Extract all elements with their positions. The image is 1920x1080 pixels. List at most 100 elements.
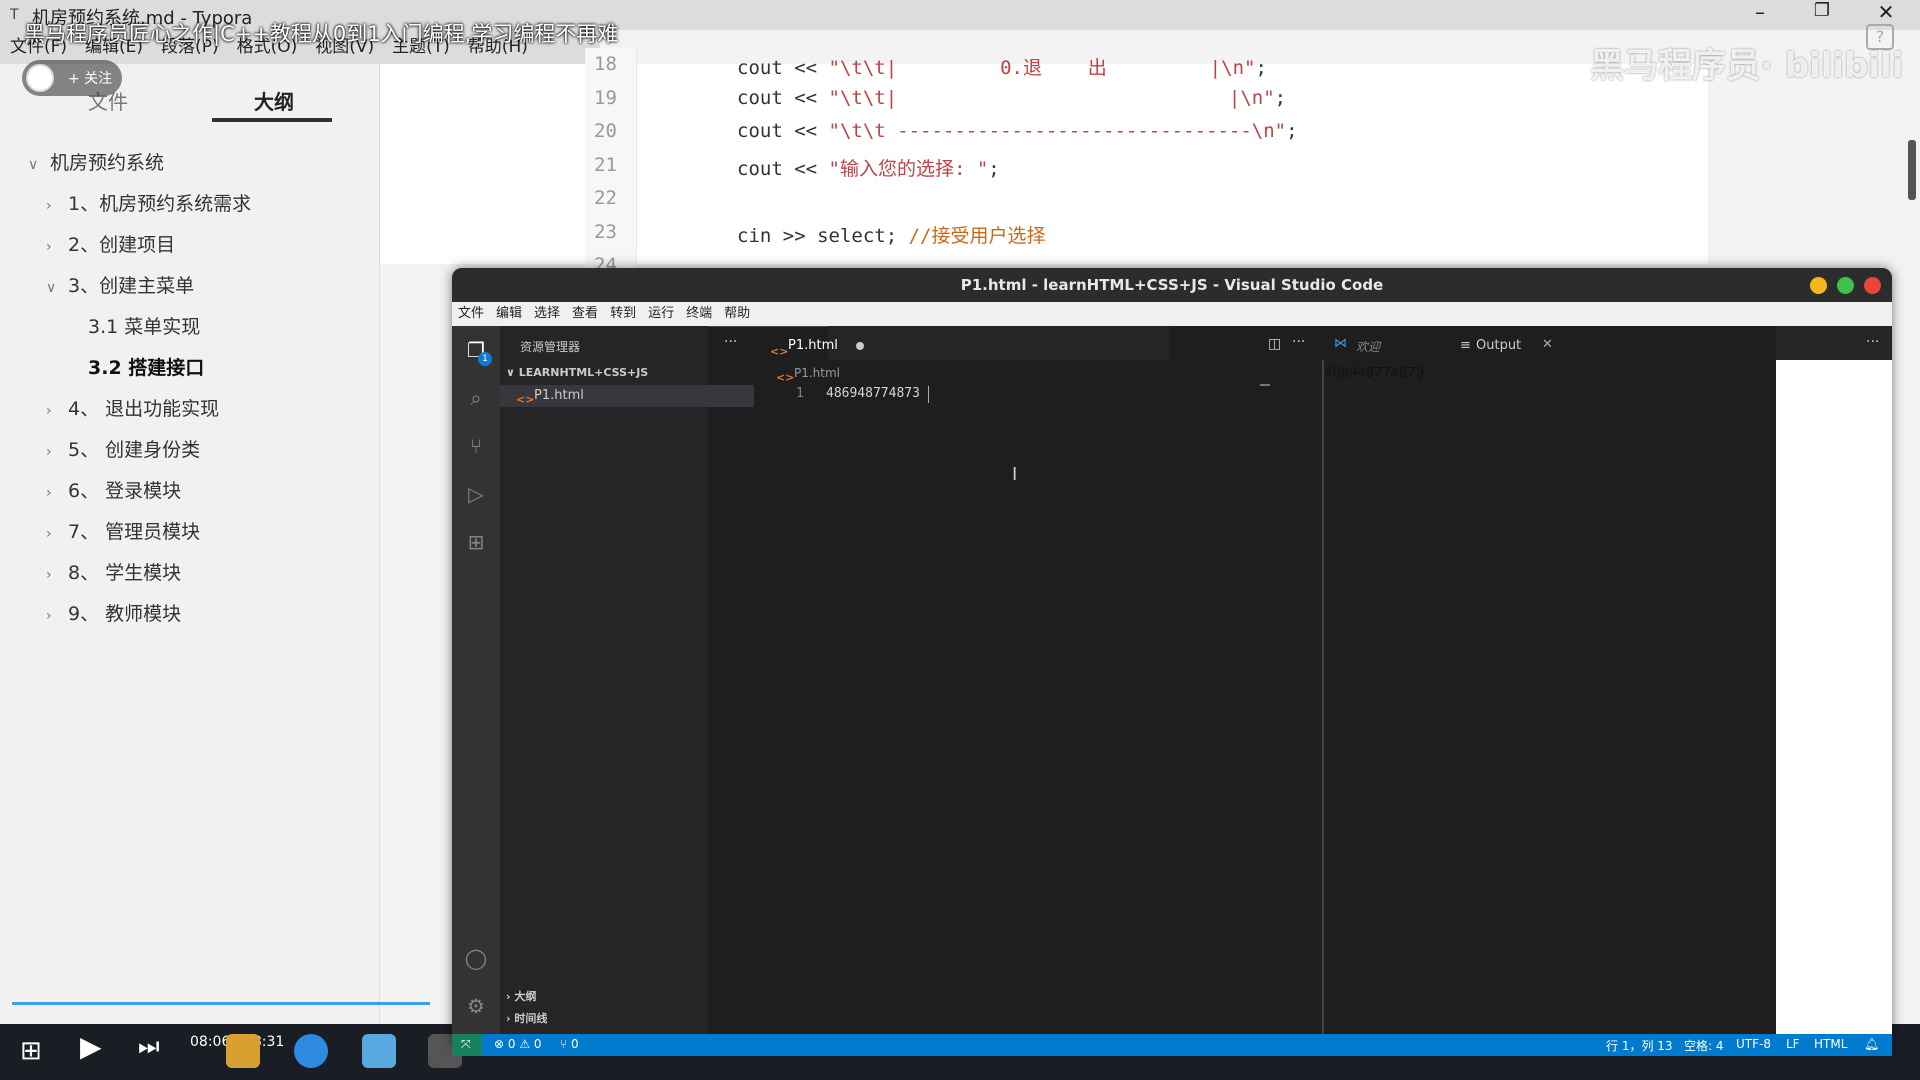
vsc-menu-edit[interactable]: 编辑	[496, 302, 522, 326]
run-debug-icon[interactable]: ▷	[464, 482, 488, 506]
outline-item-label: 6、 登录模块	[68, 480, 182, 502]
text-cursor	[928, 386, 929, 403]
chevron-right-icon[interactable]: ›	[46, 608, 68, 624]
search-icon[interactable]: ⌕	[464, 386, 488, 410]
notifications-icon[interactable]: 🔔︎	[1864, 1037, 1879, 1051]
extensions-icon[interactable]: ⊞	[464, 530, 488, 554]
vsc-menu-view[interactable]: 查看	[572, 302, 598, 326]
windows-start-icon[interactable]: ⊞	[20, 1036, 42, 1066]
breadcrumb[interactable]: P1.html	[794, 366, 840, 380]
code-line-number: 18	[594, 53, 617, 75]
outline-item[interactable]: ∨ 机房预约系统	[28, 148, 164, 175]
vscode-title-bar: P1.html - learnHTML+CSS+JS - Visual Stud…	[452, 268, 1892, 302]
minimize-icon[interactable]: –	[1740, 0, 1780, 24]
folder-label: LEARNHTML+CSS+JS	[518, 366, 649, 379]
outline-item-label: 8、 学生模块	[68, 562, 182, 584]
close-tab-icon[interactable]: ✕	[1542, 337, 1553, 352]
outline-section-label: 大纲	[514, 990, 537, 1003]
tab-outline[interactable]: 大纲	[254, 86, 294, 115]
account-icon[interactable]: ◯	[464, 946, 488, 970]
follow-button[interactable]: + 关注	[22, 60, 122, 96]
outline-item[interactable]: › 4、 退出功能实现	[46, 394, 219, 421]
outline-item[interactable]: › 6、 登录模块	[46, 476, 181, 503]
unsaved-dot-icon[interactable]	[856, 342, 864, 350]
outline-item[interactable]: › 2、创建项目	[46, 230, 175, 257]
chevron-right-icon[interactable]: ›	[46, 567, 68, 583]
chevron-down-icon[interactable]: ∨	[28, 157, 50, 173]
remote-icon[interactable]: ⤧	[452, 1034, 482, 1056]
tab-output[interactable]: Output	[1476, 338, 1521, 353]
vsc-menu-selection[interactable]: 选择	[534, 302, 560, 326]
outline-item-label: 9、 教师模块	[68, 603, 182, 625]
browser-icon[interactable]	[294, 1034, 328, 1068]
editor-line-text[interactable]: 486948774873	[826, 386, 920, 401]
status-spaces[interactable]: 空格: 4	[1684, 1037, 1724, 1054]
settings-gear-icon[interactable]: ⚙	[464, 994, 488, 1018]
video-progress-bar[interactable]	[12, 1002, 430, 1005]
code-line-text: cout << "\t\t| |\n";	[737, 86, 1287, 109]
explorer-badge: 1	[478, 352, 492, 366]
code-line-number: 22	[594, 187, 617, 209]
outline-item-label: 3.2 搭建接口	[88, 357, 205, 379]
minimize-dot-icon[interactable]	[1810, 277, 1827, 294]
restore-icon[interactable]: ❐	[1802, 0, 1842, 21]
vsc-menu-help[interactable]: 帮助	[724, 302, 750, 326]
vsc-menu-file[interactable]: 文件	[458, 302, 484, 326]
explorer-file-label: P1.html	[534, 388, 584, 403]
status-encoding[interactable]: UTF-8	[1736, 1037, 1771, 1051]
chevron-right-icon[interactable]: ›	[46, 444, 68, 460]
outline-item[interactable]: › 8、 学生模块	[46, 558, 181, 585]
play-icon[interactable]: ▶	[80, 1030, 102, 1063]
watermark-logo: 黑马程序员· bilibili	[1590, 46, 1904, 86]
next-icon[interactable]: ⏭	[138, 1032, 160, 1060]
explorer-folder[interactable]: ∨ LEARNHTML+CSS+JS	[506, 366, 648, 379]
status-problems[interactable]: ⊗ 0 ⚠ 0	[494, 1037, 542, 1051]
outline-item[interactable]: › 5、 创建身份类	[46, 435, 200, 462]
chevron-right-icon[interactable]: ›	[46, 485, 68, 501]
status-position[interactable]: 行 1，列 13	[1606, 1037, 1673, 1054]
timeline-section[interactable]: › 时间线	[506, 1010, 547, 1026]
status-eol[interactable]: LF	[1786, 1037, 1800, 1051]
chevron-right-icon[interactable]: ›	[46, 239, 68, 255]
vsc-menu-go[interactable]: 转到	[610, 302, 636, 326]
source-control-icon[interactable]: ⑂	[464, 434, 488, 458]
code-line-text: cout << "输入您的选择: ";	[737, 157, 1000, 180]
split-editor-icon[interactable]: ◫	[1268, 336, 1281, 352]
tab-welcome[interactable]: 欢迎	[1356, 338, 1380, 355]
outline-item[interactable]: 3.1 菜单实现	[88, 312, 200, 339]
right-more-icon[interactable]: ···	[1866, 334, 1879, 350]
status-language[interactable]: HTML	[1814, 1037, 1847, 1051]
outline-item-label: 2、创建项目	[68, 234, 176, 256]
outline-item-label: 1、机房预约系统需求	[68, 193, 252, 215]
explorer-panel	[500, 326, 708, 1034]
chevron-right-icon[interactable]: ›	[46, 526, 68, 542]
outline-item[interactable]: › 1、机房预约系统需求	[46, 189, 251, 216]
outline-section[interactable]: › 大纲	[506, 988, 536, 1004]
outline-item-label: 7、 管理员模块	[68, 521, 201, 543]
explorer-more-icon[interactable]: ···	[724, 334, 737, 350]
file-explorer-icon[interactable]	[226, 1034, 260, 1068]
outline-item[interactable]: 3.2 搭建接口	[88, 353, 204, 380]
outline-item[interactable]: › 7、 管理员模块	[46, 517, 200, 544]
minimap[interactable]	[1260, 384, 1270, 386]
close-icon[interactable]: ✕	[1866, 0, 1906, 24]
line-number: 1	[796, 386, 804, 401]
code-line-text: cin >> select; //接受用户选择	[737, 224, 1046, 247]
status-ports[interactable]: ⑂ 0	[560, 1037, 579, 1051]
app-icon[interactable]	[362, 1034, 396, 1068]
vscode-logo-icon: ⋈	[1334, 336, 1347, 351]
explorer-title: 资源管理器	[520, 340, 581, 354]
editor-more-icon[interactable]: ···	[1292, 334, 1305, 350]
chevron-right-icon[interactable]: ›	[46, 403, 68, 419]
editor-splitter[interactable]	[1322, 360, 1324, 1034]
outline-item[interactable]: ∨ 3、创建主菜单	[46, 271, 194, 298]
chevron-down-icon[interactable]: ∨	[46, 280, 68, 296]
outline-item[interactable]: › 9、 教师模块	[46, 599, 181, 626]
maximize-dot-icon[interactable]	[1837, 277, 1854, 294]
vsc-menu-run[interactable]: 运行	[648, 302, 674, 326]
close-dot-icon[interactable]	[1864, 277, 1881, 294]
vsc-menu-terminal[interactable]: 终端	[686, 302, 712, 326]
chevron-right-icon[interactable]: ›	[46, 198, 68, 214]
scrollbar-thumb[interactable]	[1908, 140, 1916, 200]
outline-item-label: 机房预约系统	[50, 152, 165, 174]
